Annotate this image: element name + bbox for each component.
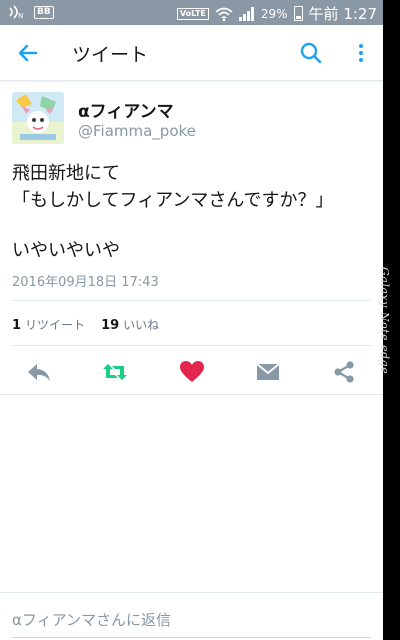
wifi-icon: [215, 7, 233, 21]
volte-icon: VoLTE: [176, 7, 209, 20]
app-badge-icon: BB: [34, 5, 54, 19]
reply-icon[interactable]: [25, 359, 53, 385]
retweet-icon[interactable]: [101, 359, 129, 385]
avatar[interactable]: [12, 92, 64, 144]
signal-icon: [238, 6, 255, 21]
heart-icon[interactable]: [178, 359, 206, 385]
tweet-stats: 1 リツイート 19 いいね: [12, 316, 159, 333]
app-bar: ツイート: [0, 25, 383, 81]
status-right: VoLTE 29% 午前 1:27: [176, 3, 377, 24]
tweet-text: 飛田新地にて 「もしかしてフィアンマさんですか？」 いやいやいや: [12, 160, 372, 264]
like-stat-label: いいね: [123, 318, 160, 332]
like-stat[interactable]: 19 いいね: [101, 316, 159, 333]
like-count: 19: [101, 318, 120, 333]
share-icon[interactable]: [330, 359, 358, 385]
reply-bar: αフィアンマさんに返信: [0, 592, 383, 640]
mail-icon[interactable]: [254, 359, 282, 385]
tweet-line: 「もしかしてフィアンマさんですか？」: [12, 190, 334, 211]
svg-text:N: N: [18, 12, 23, 20]
status-left: N BB: [8, 4, 54, 20]
tweet-line: いやいやいや: [12, 240, 120, 261]
user-handle[interactable]: @Fiamma_poke: [78, 122, 196, 140]
screen: N BB VoLTE 29% 午前 1:27 ツイート αフィアンマ @Fiam…: [0, 0, 383, 640]
battery-percent: 29%: [260, 6, 288, 21]
status-bar: N BB VoLTE 29% 午前 1:27: [0, 0, 383, 25]
section-divider: [0, 394, 383, 395]
display-name[interactable]: αフィアンマ: [78, 97, 174, 122]
device-edge-label: Galaxy Note edge: [378, 267, 391, 375]
page-title: ツイート: [72, 44, 149, 66]
retweet-stat-label: リツイート: [25, 318, 86, 332]
retweet-stat[interactable]: 1 リツイート: [12, 316, 85, 333]
reply-underline: [12, 637, 371, 638]
back-arrow-icon[interactable]: [16, 41, 40, 65]
reply-input[interactable]: αフィアンマさんに返信: [12, 609, 171, 630]
battery-icon: [293, 6, 303, 21]
search-icon[interactable]: [298, 40, 324, 66]
tweet-line: 飛田新地にて: [12, 163, 120, 184]
nfc-icon: N: [9, 5, 23, 20]
divider: [12, 300, 371, 301]
retweet-count: 1: [12, 318, 22, 333]
divider: [12, 345, 371, 346]
tweet-timestamp: 2016年09月18日 17:43: [12, 275, 159, 290]
tweet-actions: [0, 355, 383, 389]
more-vert-icon[interactable]: [350, 40, 372, 66]
clock: 午前 1:27: [308, 5, 377, 23]
tweet-line-blank: [12, 214, 372, 237]
